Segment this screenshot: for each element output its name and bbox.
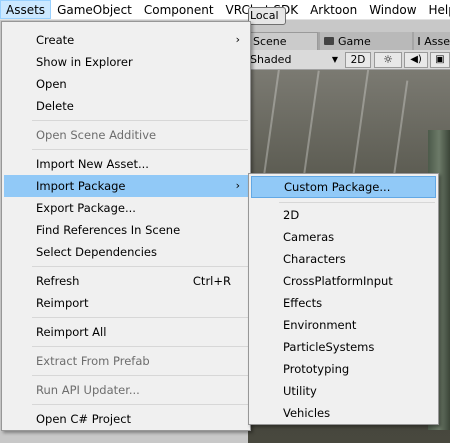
menu-item-delete[interactable]: Delete	[4, 95, 248, 117]
menu-item-show-in-explorer[interactable]: Show in Explorer	[4, 51, 248, 73]
menu-help[interactable]: Help	[423, 0, 450, 19]
menu-item-create[interactable]: Create ›	[4, 29, 248, 51]
menu-assets[interactable]: Assets	[0, 0, 52, 19]
submenu-item-custom-package[interactable]: Custom Package...	[251, 176, 436, 198]
submenu-item-effects[interactable]: Effects	[251, 292, 436, 314]
submenu-item-particlesystems[interactable]: ParticleSystems	[251, 336, 436, 358]
menu-item-run-api-updater: Run API Updater...	[36, 383, 140, 397]
chevron-down-icon: ▼	[331, 55, 338, 64]
menu-item-import-package[interactable]: Import Package ›	[4, 175, 248, 197]
menu-item-find-references[interactable]: Find References In Scene	[4, 219, 248, 241]
audio-toggle-icon[interactable]: ◀)	[404, 52, 428, 68]
menu-item-label: Import Package	[36, 179, 126, 193]
tab-game-label: Game	[338, 34, 371, 48]
menu-arktoon[interactable]: Arktoon	[304, 0, 363, 19]
menu-item-label: Create	[36, 33, 75, 47]
menu-item-label: Refresh	[36, 274, 80, 288]
game-icon	[324, 37, 334, 45]
menu-item-import-new-asset[interactable]: Import New Asset...	[4, 153, 248, 175]
submenu-item-vehicles[interactable]: Vehicles	[251, 402, 436, 424]
menu-component[interactable]: Component	[138, 0, 220, 19]
submenu-item-utility[interactable]: Utility	[251, 380, 436, 402]
menu-separator	[32, 346, 248, 347]
menu-separator	[32, 149, 248, 150]
submenu-item-cameras[interactable]: Cameras	[251, 226, 436, 248]
submenu-item-characters[interactable]: Characters	[251, 248, 436, 270]
effects-toggle-icon[interactable]: ▣	[430, 52, 450, 68]
assets-menu: Create › Show in Explorer Open Delete Op…	[1, 21, 251, 431]
menu-item-reimport[interactable]: Reimport	[4, 292, 248, 314]
chevron-right-icon: ›	[235, 33, 240, 46]
menu-item-open[interactable]: Open	[4, 73, 248, 95]
menu-item-refresh[interactable]: Refresh Ctrl+R	[4, 270, 248, 292]
tab-game[interactable]: Game	[320, 32, 412, 50]
menu-separator	[32, 120, 248, 121]
menu-window[interactable]: Window	[363, 0, 422, 19]
tab-asset-label: Asse	[424, 34, 450, 48]
lighting-toggle-icon[interactable]: ☼	[374, 52, 402, 68]
submenu-item-environment[interactable]: Environment	[251, 314, 436, 336]
shading-mode-label: Shaded	[250, 53, 292, 66]
menu-item-open-scene-additive: Open Scene Additive	[36, 128, 157, 142]
tab-asset-store[interactable]: Asse	[414, 32, 450, 50]
menu-item-select-dependencies[interactable]: Select Dependencies	[4, 241, 248, 263]
submenu-item-2d[interactable]: 2D	[251, 204, 436, 226]
import-package-submenu: Custom Package... 2D Cameras Characters …	[248, 173, 439, 425]
asset-store-icon	[418, 37, 421, 45]
toggle-2d-button[interactable]: 2D	[345, 52, 371, 68]
submenu-item-prototyping[interactable]: Prototyping	[251, 358, 436, 380]
menu-item-export-package[interactable]: Export Package...	[4, 197, 248, 219]
chevron-right-icon: ›	[235, 179, 240, 192]
menu-separator	[32, 266, 248, 267]
menu-separator	[32, 317, 248, 318]
menu-gameobject[interactable]: GameObject	[51, 0, 138, 19]
local-button[interactable]: Local	[248, 7, 286, 25]
menu-separator	[279, 202, 435, 203]
menu-separator	[32, 404, 248, 405]
menu-item-extract-from-prefab: Extract From Prefab	[36, 354, 150, 368]
menu-bar: Assets GameObject Component VRChat SDK A…	[0, 0, 450, 20]
tab-scene-label: Scene	[253, 35, 287, 48]
tab-scene[interactable]: Scene	[248, 32, 318, 50]
menu-item-reimport-all[interactable]: Reimport All	[4, 321, 248, 343]
menu-item-open-csharp-project[interactable]: Open C# Project	[4, 408, 248, 430]
shortcut-label: Ctrl+R	[192, 274, 231, 288]
menu-separator	[32, 375, 248, 376]
shading-mode-dropdown[interactable]: Shaded ▼	[248, 52, 342, 68]
submenu-item-crossplatforminput[interactable]: CrossPlatformInput	[251, 270, 436, 292]
